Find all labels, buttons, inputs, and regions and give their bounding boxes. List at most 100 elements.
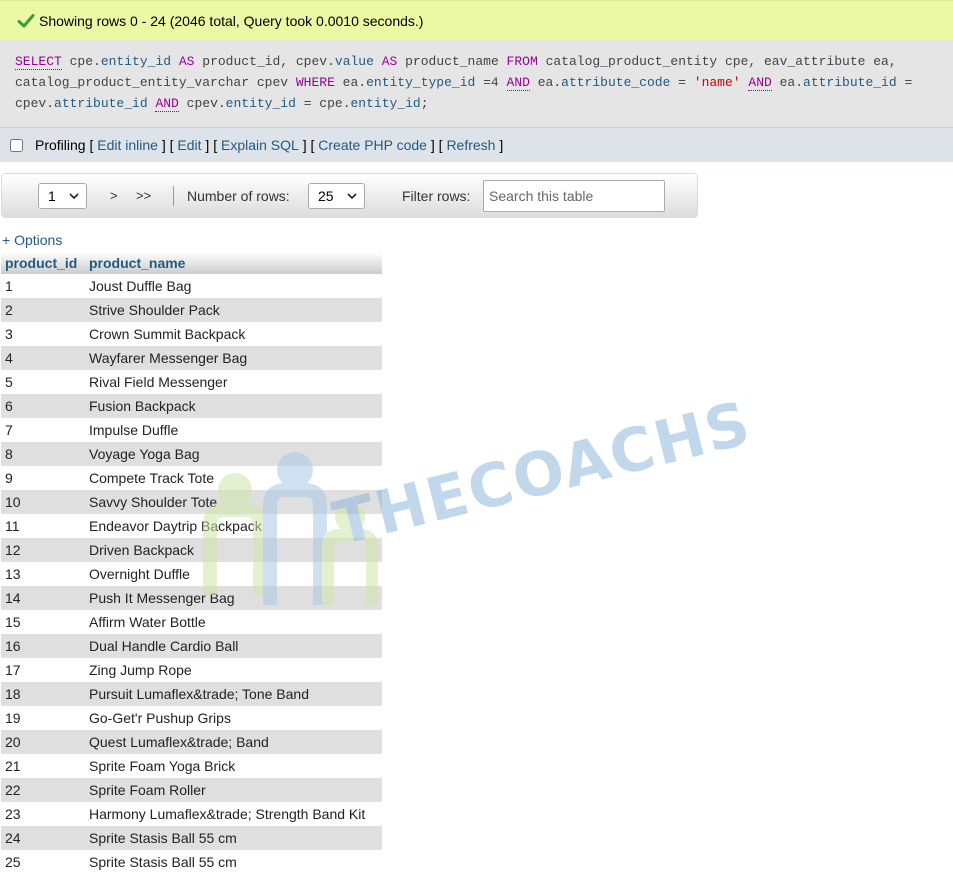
cell-product-id: 16: [1, 634, 85, 658]
cell-product-id: 1: [1, 274, 85, 298]
sql-line-1: SELECT cpe.entity_id AS product_id, cpev…: [15, 51, 938, 72]
table-row[interactable]: 5 Rival Field Messenger: [1, 370, 382, 394]
table-row[interactable]: 2 Strive Shoulder Pack: [1, 298, 382, 322]
sql-token: entity_id: [350, 96, 421, 111]
page-select[interactable]: 1: [38, 183, 87, 209]
table-header-row: product_id product_name: [1, 252, 382, 274]
edit-link[interactable]: Edit: [177, 137, 201, 153]
results-table: product_id product_name 1 Joust Duffle Ba…: [1, 252, 382, 874]
results-table-body: 1 Joust Duffle Bag 2 Strive Shoulder Pack 3 C…: [1, 274, 382, 874]
profiling-checkbox[interactable]: [10, 138, 23, 152]
sql-token: product_name: [405, 54, 507, 69]
cell-product-name: Wayfarer Messenger Bag: [85, 346, 382, 370]
refresh-link[interactable]: Refresh: [446, 137, 495, 153]
query-success-bar: Showing rows 0 - 24 (2046 total, Query t…: [0, 0, 953, 40]
sql-token: catalog_product_entity_varchar cpev: [15, 75, 296, 90]
cell-product-id: 5: [1, 370, 85, 394]
sql-token: ea.: [334, 75, 367, 90]
create-php-code-link[interactable]: Create PHP code: [318, 137, 427, 153]
table-row[interactable]: 1 Joust Duffle Bag: [1, 274, 382, 298]
cell-product-id: 17: [1, 658, 85, 682]
table-row[interactable]: 4 Wayfarer Messenger Bag: [1, 346, 382, 370]
table-row[interactable]: 22 Sprite Foam Roller: [1, 778, 382, 802]
sql-token: product_id, cpev.: [202, 54, 335, 69]
sql-token: cpev.: [178, 96, 226, 111]
column-header-product-id[interactable]: product_id: [1, 252, 85, 274]
cell-product-name: Quest Lumaflex&trade; Band: [85, 730, 382, 754]
last-page-button[interactable]: >>: [136, 183, 151, 209]
cell-product-name: Sprite Foam Yoga Brick: [85, 754, 382, 778]
cell-product-id: 9: [1, 466, 85, 490]
sql-token: = cpe.: [295, 96, 351, 111]
cell-product-name: Go-Get'r Pushup Grips: [85, 706, 382, 730]
cell-product-id: 8: [1, 442, 85, 466]
chevron-down-icon: [347, 193, 357, 200]
table-row[interactable]: 19 Go-Get'r Pushup Grips: [1, 706, 382, 730]
cell-product-name: Voyage Yoga Bag: [85, 442, 382, 466]
table-row[interactable]: 17 Zing Jump Rope: [1, 658, 382, 682]
sql-token: =: [670, 75, 694, 90]
table-row[interactable]: 10 Savvy Shoulder Tote: [1, 490, 382, 514]
cell-product-name: Crown Summit Backpack: [85, 322, 382, 346]
table-row[interactable]: 11 Endeavor Daytrip Backpack: [1, 514, 382, 538]
table-row[interactable]: 8 Voyage Yoga Bag: [1, 442, 382, 466]
table-row[interactable]: 3 Crown Summit Backpack: [1, 322, 382, 346]
cell-product-id: 25: [1, 850, 85, 874]
table-row[interactable]: 7 Impulse Duffle: [1, 418, 382, 442]
rows-per-page-select[interactable]: 25: [308, 183, 365, 209]
sql-token: =4: [475, 75, 507, 90]
sql-token: SELECT: [15, 54, 62, 70]
sql-token: AND: [748, 75, 772, 91]
table-row[interactable]: 6 Fusion Backpack: [1, 394, 382, 418]
explain-sql-link[interactable]: Explain SQL: [221, 137, 299, 153]
table-row[interactable]: 23 Harmony Lumaflex&trade; Strength Band …: [1, 802, 382, 826]
cell-product-id: 14: [1, 586, 85, 610]
table-row[interactable]: 14 Push It Messenger Bag: [1, 586, 382, 610]
cell-product-id: 2: [1, 298, 85, 322]
table-row[interactable]: 20 Quest Lumaflex&trade; Band: [1, 730, 382, 754]
profiling-label: Profiling: [35, 137, 86, 153]
cell-product-name: Pursuit Lumaflex&trade; Tone Band: [85, 682, 382, 706]
cell-product-id: 6: [1, 394, 85, 418]
table-row[interactable]: 12 Driven Backpack: [1, 538, 382, 562]
cell-product-id: 11: [1, 514, 85, 538]
edit-inline-link[interactable]: Edit inline: [97, 137, 158, 153]
cell-product-name: Sprite Stasis Ball 55 cm: [85, 826, 382, 850]
cell-product-name: Dual Handle Cardio Ball: [85, 634, 382, 658]
sql-token: cpev.: [15, 96, 55, 111]
sql-token: attribute_id: [803, 75, 897, 90]
table-row[interactable]: 18 Pursuit Lumaflex&trade; Tone Band: [1, 682, 382, 706]
cell-product-id: 24: [1, 826, 85, 850]
cell-product-id: 7: [1, 418, 85, 442]
sql-token: entity_id: [225, 96, 296, 111]
cell-product-id: 4: [1, 346, 85, 370]
sql-token: cpe.: [61, 54, 101, 69]
table-row[interactable]: 25 Sprite Stasis Ball 55 cm: [1, 850, 382, 874]
query-actions-bar: Profiling [ Edit inline ] [ Edit ] [ Exp…: [0, 128, 953, 162]
sql-token: WHERE: [295, 75, 335, 90]
sql-token: =: [896, 75, 913, 90]
cell-product-name: Driven Backpack: [85, 538, 382, 562]
cell-product-id: 3: [1, 322, 85, 346]
table-row[interactable]: 16 Dual Handle Cardio Ball: [1, 634, 382, 658]
chevron-down-icon: [69, 193, 79, 200]
sql-token: attribute_id: [54, 96, 148, 111]
table-row[interactable]: 24 Sprite Stasis Ball 55 cm: [1, 826, 382, 850]
cell-product-id: 18: [1, 682, 85, 706]
filter-rows-input[interactable]: [483, 180, 665, 212]
table-row[interactable]: 13 Overnight Duffle: [1, 562, 382, 586]
table-row[interactable]: 15 Affirm Water Bottle: [1, 610, 382, 634]
cell-product-name: Harmony Lumaflex&trade; Strength Band Ki…: [85, 802, 382, 826]
table-row[interactable]: 9 Compete Track Tote: [1, 466, 382, 490]
next-page-button[interactable]: >: [110, 183, 118, 209]
column-header-product-name[interactable]: product_name: [85, 252, 382, 274]
cell-product-name: Sprite Stasis Ball 55 cm: [85, 850, 382, 874]
sql-line-2: catalog_product_entity_varchar cpev WHER…: [15, 72, 938, 93]
sql-token: ;: [420, 96, 429, 111]
table-row[interactable]: 21 Sprite Foam Yoga Brick: [1, 754, 382, 778]
cell-product-name: Compete Track Tote: [85, 466, 382, 490]
check-icon: [17, 13, 35, 27]
options-link[interactable]: + Options: [2, 232, 62, 248]
sql-token: 'name': [693, 75, 741, 90]
nav-divider: [173, 186, 174, 206]
